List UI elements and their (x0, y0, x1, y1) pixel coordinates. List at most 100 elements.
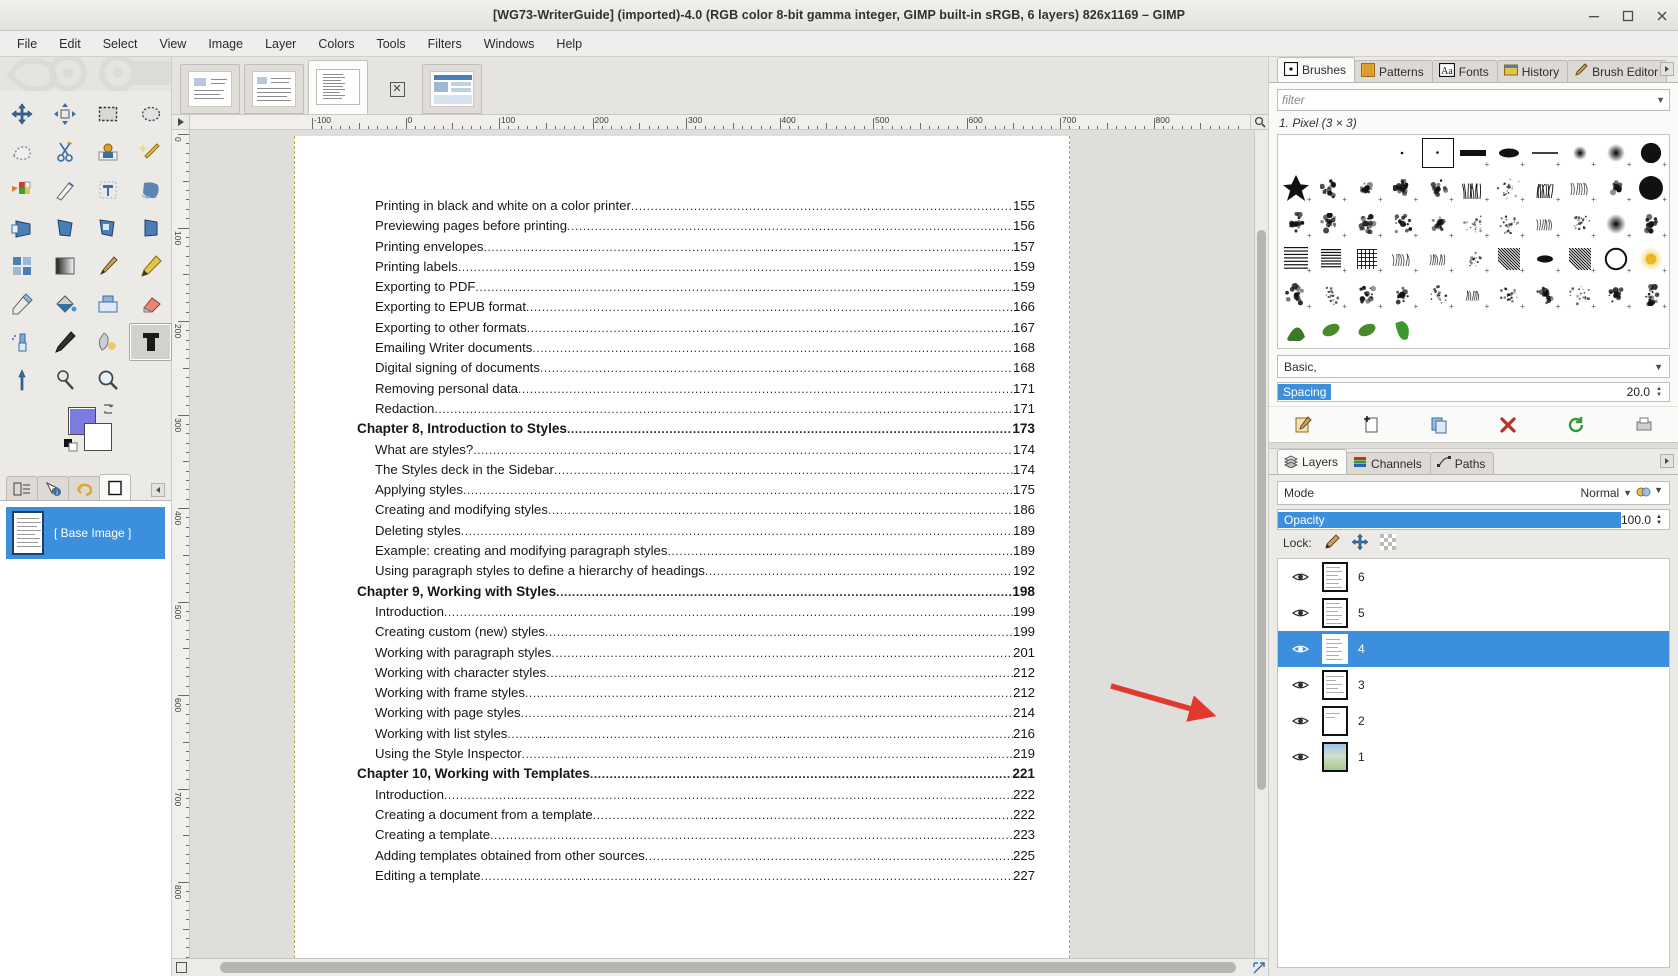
canvas-viewport[interactable]: Printing in black and white on a color p… (190, 130, 1254, 958)
duplicate-brush-button[interactable] (1426, 413, 1452, 437)
image-tab-4[interactable] (422, 64, 482, 114)
tab-images[interactable] (99, 474, 131, 500)
layer-mode-row[interactable]: Mode Normal ▼ ▼ (1277, 481, 1670, 505)
brush-item[interactable]: + (1491, 136, 1527, 170)
layer-visibility-eye-icon[interactable] (1278, 715, 1322, 727)
new-brush-button[interactable] (1358, 413, 1384, 437)
brush-item[interactable]: + (1527, 242, 1563, 276)
brush-item[interactable]: + (1598, 207, 1634, 241)
airbrush-tool-button[interactable] (0, 323, 43, 361)
lock-pixels-icon[interactable] (1324, 534, 1340, 553)
brush-item[interactable]: + (1420, 278, 1456, 312)
brush-item[interactable]: + (1349, 278, 1385, 312)
brush-item[interactable]: + (1420, 207, 1456, 241)
brush-item[interactable]: + (1385, 171, 1421, 205)
brush-item[interactable]: + (1278, 207, 1314, 241)
brush-item[interactable] (1385, 313, 1421, 347)
layer-visibility-eye-icon[interactable] (1278, 571, 1322, 583)
brush-item[interactable]: + (1385, 278, 1421, 312)
brush-item[interactable]: + (1491, 278, 1527, 312)
spacing-stepper[interactable]: ▲▼ (1656, 386, 1667, 398)
tab-patterns[interactable]: Patterns (1354, 60, 1433, 82)
brushes-tab-menu-button[interactable] (1660, 62, 1674, 76)
color-picker-tool-button[interactable] (0, 285, 43, 323)
tab-pointer-info[interactable]: i (37, 476, 69, 500)
brush-item[interactable]: + (1633, 171, 1669, 205)
chevron-down-icon[interactable]: ▼ (1656, 95, 1665, 105)
brush-item[interactable] (1420, 313, 1456, 347)
flip-tool-button[interactable] (129, 209, 172, 247)
dodge-burn-tool-button[interactable] (43, 361, 86, 399)
menu-select[interactable]: Select (92, 34, 149, 54)
brush-item[interactable]: + (1314, 171, 1350, 205)
menu-view[interactable]: View (148, 34, 197, 54)
open-brush-folder-button[interactable] (1631, 413, 1657, 437)
brush-item[interactable]: + (1598, 171, 1634, 205)
brush-item[interactable]: + (1562, 136, 1598, 170)
spacing-row[interactable]: Spacing 20.0 ▲▼ (1277, 382, 1670, 402)
brush-item[interactable] (1349, 313, 1385, 347)
quick-mask-button[interactable] (172, 959, 190, 976)
free-select-tool-button[interactable] (0, 133, 43, 171)
pencil-tool-button[interactable] (129, 247, 172, 285)
maximize-button[interactable] (1620, 8, 1636, 24)
brush-item[interactable]: + (1278, 242, 1314, 276)
layer-visibility-eye-icon[interactable] (1278, 679, 1322, 691)
brush-item[interactable]: + (1527, 171, 1563, 205)
dock-collapse-button[interactable] (151, 483, 165, 497)
brush-item[interactable] (1349, 136, 1385, 170)
brush-item[interactable]: + (1527, 207, 1563, 241)
brush-item[interactable]: + (1314, 278, 1350, 312)
layer-row[interactable]: 3 (1278, 667, 1669, 703)
brush-item[interactable]: + (1562, 242, 1598, 276)
menu-file[interactable]: File (6, 34, 48, 54)
warp-transform-tool-button[interactable] (129, 171, 172, 209)
gradient-tool-button[interactable] (43, 247, 86, 285)
edit-brush-button[interactable] (1290, 413, 1316, 437)
brush-item[interactable]: + (1527, 278, 1563, 312)
tab-fonts[interactable]: Aa Fonts (1432, 60, 1498, 82)
brush-item[interactable]: + (1633, 207, 1669, 241)
ruler-origin-button[interactable] (172, 115, 190, 130)
brush-item[interactable]: + (1562, 207, 1598, 241)
brush-tag-row[interactable]: Basic, ▼ (1277, 355, 1670, 378)
smudge-tool-button[interactable] (86, 323, 129, 361)
minimize-button[interactable] (1586, 8, 1602, 24)
measure-tool-button[interactable] (0, 361, 43, 399)
brush-tag-chevron-down-icon[interactable]: ▼ (1654, 362, 1663, 372)
layer-visibility-eye-icon[interactable] (1278, 751, 1322, 763)
fuzzy-select-tool-button[interactable] (129, 133, 172, 171)
menu-windows[interactable]: Windows (473, 34, 546, 54)
brush-item[interactable]: + (1491, 207, 1527, 241)
text-tool-button[interactable] (129, 323, 172, 361)
menu-filters[interactable]: Filters (417, 34, 473, 54)
image-tab-1[interactable] (180, 64, 240, 114)
brush-item[interactable]: + (1349, 242, 1385, 276)
brush-item[interactable] (1314, 136, 1350, 170)
brush-grid[interactable]: ++++++++++++++++++++++++++++++++++++++++… (1277, 134, 1670, 349)
brush-item[interactable]: + (1598, 242, 1634, 276)
layer-blend-chevron-down-icon[interactable]: ▼ (1654, 485, 1663, 502)
by-color-select-tool-button[interactable] (0, 171, 43, 209)
scissors-select-tool-button[interactable] (43, 133, 86, 171)
image-list-item[interactable]: [ Base Image ] (6, 507, 165, 559)
vertical-ruler[interactable]: 0100200300400500600700800 (172, 130, 190, 958)
text-select-tool-button[interactable] (86, 171, 129, 209)
brush-item[interactable] (1385, 136, 1421, 170)
horizontal-ruler[interactable]: -1000100200300400500600700800 (190, 115, 1250, 130)
zoom-image-button[interactable] (1250, 115, 1268, 130)
brush-item[interactable]: + (1633, 278, 1669, 312)
layer-list[interactable]: 654321 (1277, 558, 1670, 968)
navigation-preview-button[interactable] (1250, 959, 1268, 976)
swap-colors-icon[interactable] (101, 402, 115, 416)
tab-paths[interactable]: Paths (1430, 452, 1495, 474)
brush-item[interactable]: + (1456, 278, 1492, 312)
tab-channels[interactable]: Channels (1346, 452, 1431, 474)
brush-item[interactable]: + (1420, 171, 1456, 205)
brush-item[interactable]: + (1491, 171, 1527, 205)
layer-opacity-row[interactable]: Opacity 100.0 ▲▼ (1277, 509, 1670, 530)
menu-image[interactable]: Image (197, 34, 254, 54)
brush-item[interactable] (1278, 313, 1314, 347)
brush-item[interactable]: + (1456, 171, 1492, 205)
horizontal-scroll-thumb[interactable] (220, 962, 1236, 973)
